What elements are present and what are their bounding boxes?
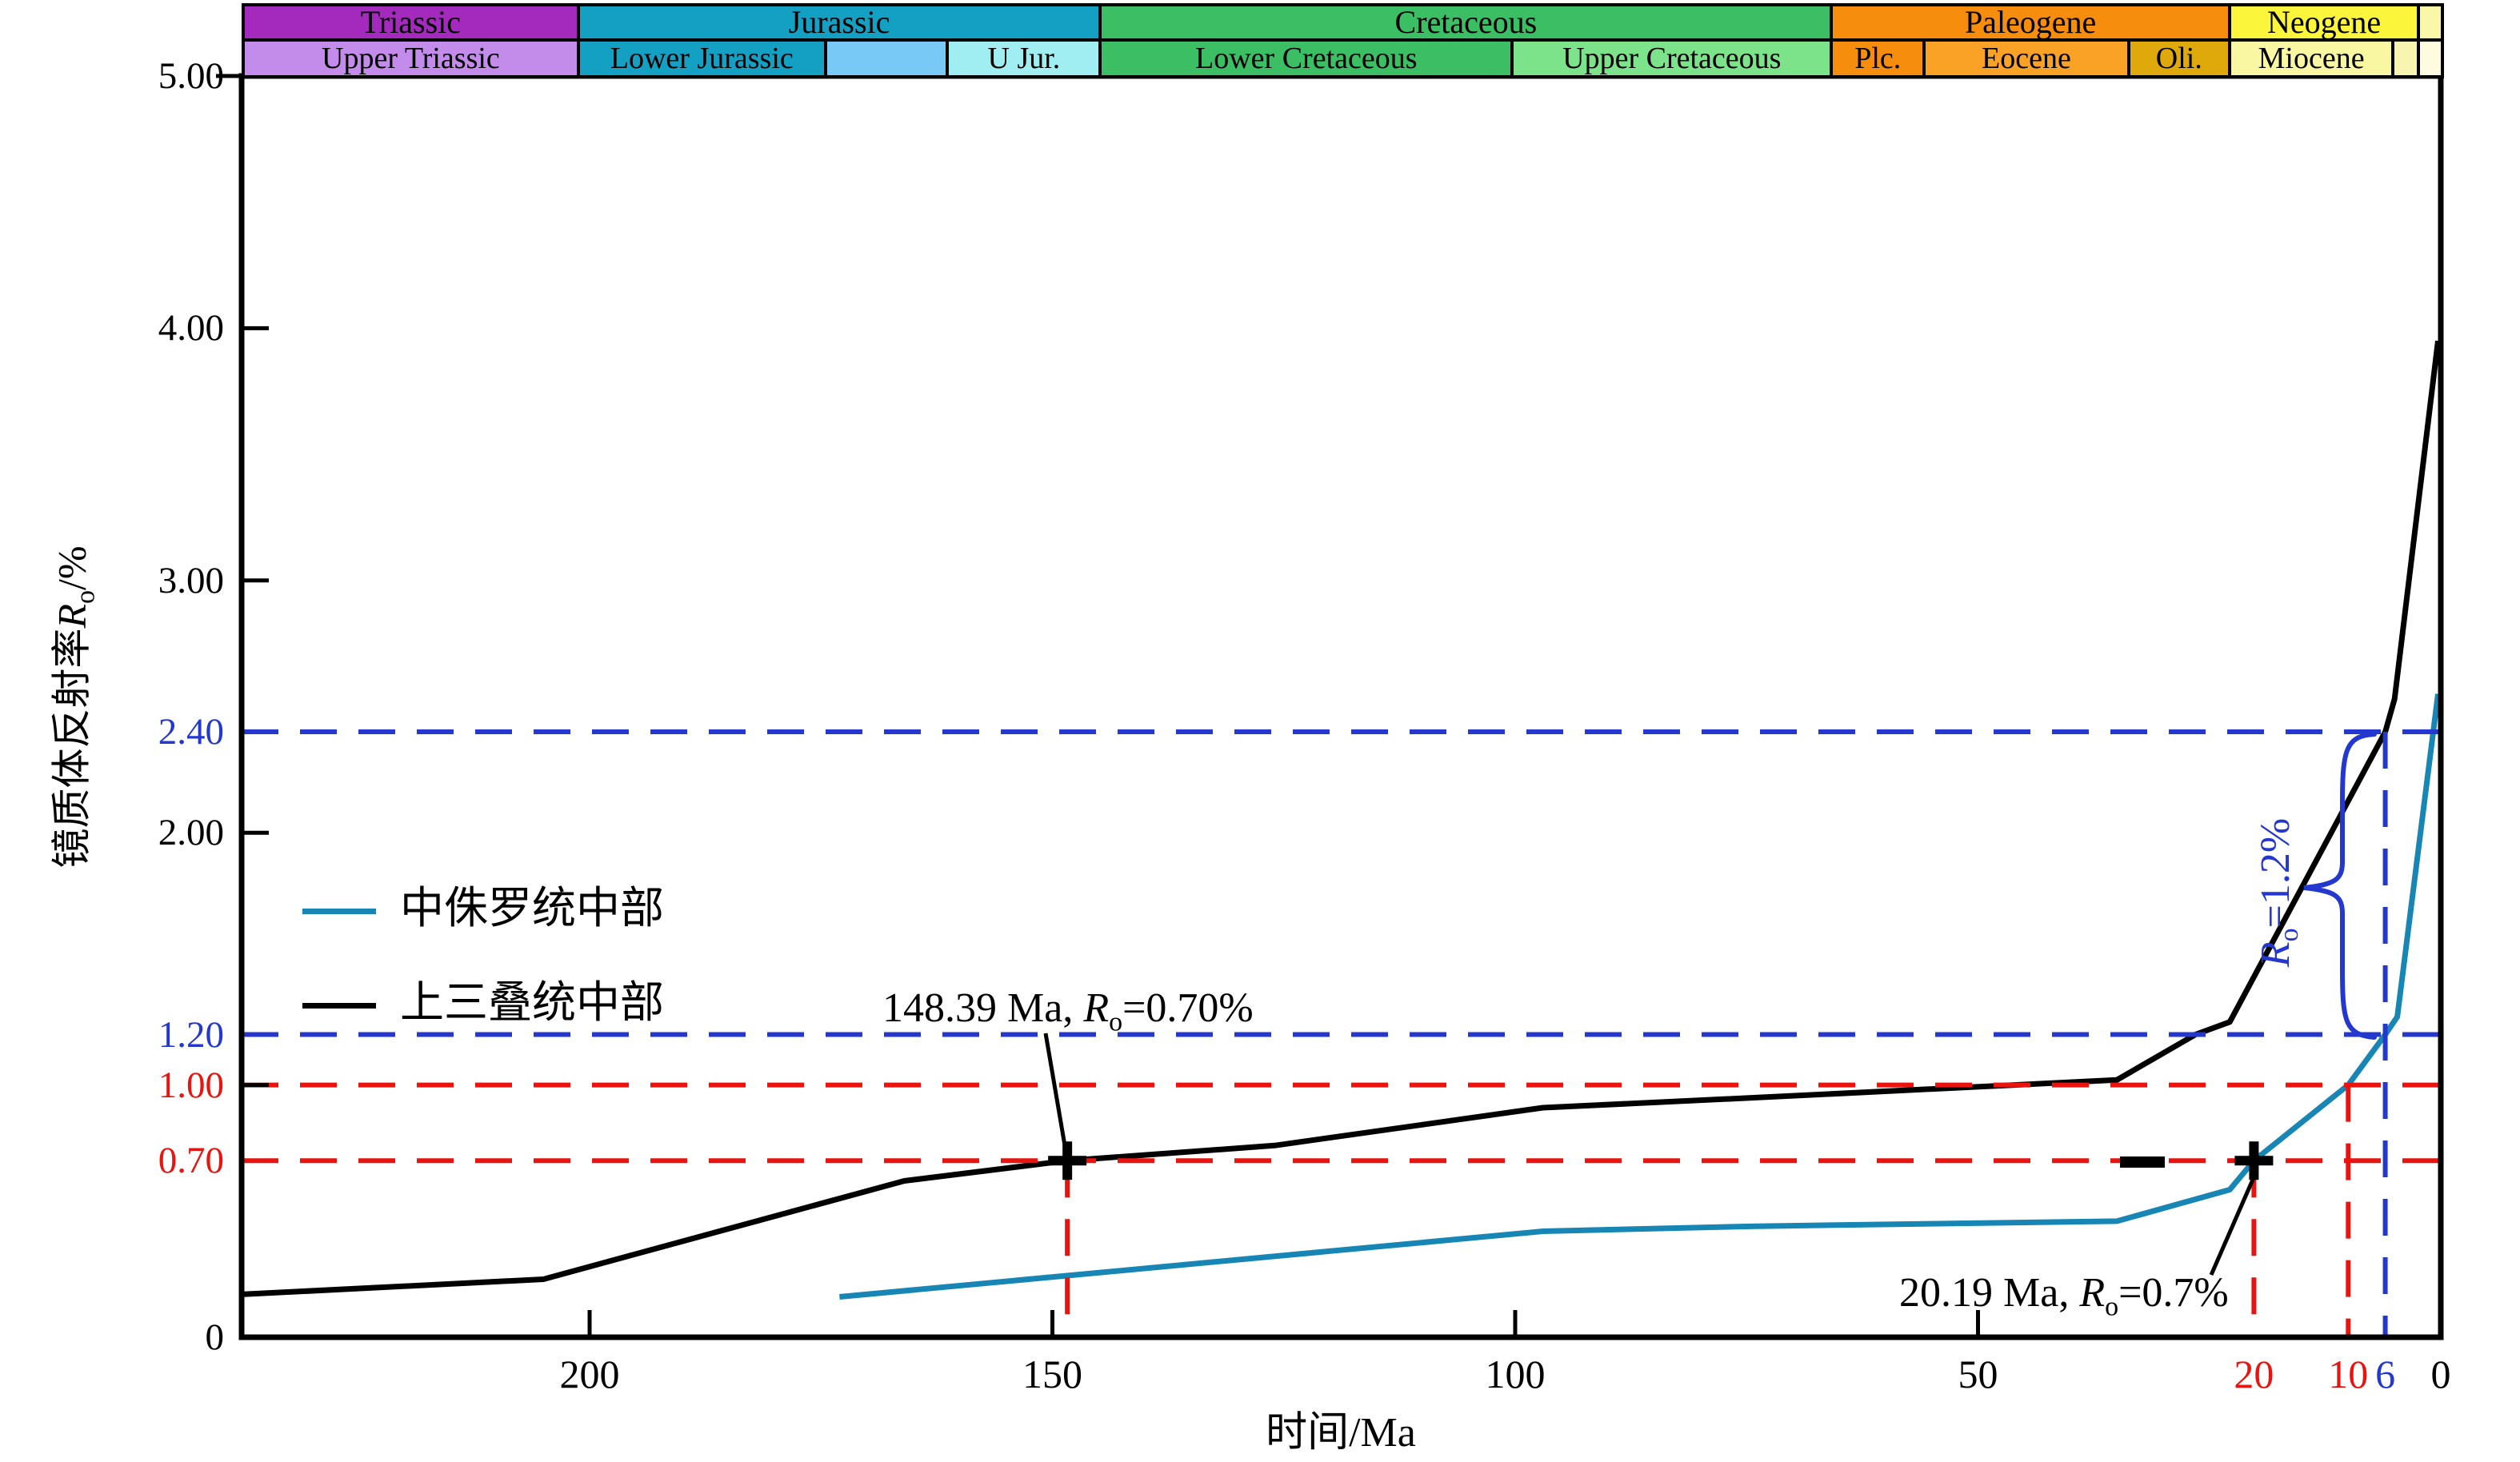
x-tick-label-100: 100: [1451, 1352, 1579, 1396]
plus-marker-148.39: [1048, 1141, 1086, 1180]
y-axis-title-sub: o: [71, 590, 101, 604]
epoch-cell-label: Eocene: [1982, 42, 2071, 74]
curve-layer: [242, 341, 2438, 1296]
period-cell-paleogene: Paleogene: [1830, 3, 2231, 42]
legend-swatch-teal: [302, 909, 376, 914]
x-tick-label-0: 0: [2377, 1352, 2505, 1396]
annotation-20ma-symbol: R: [2079, 1270, 2105, 1316]
legend-label-middle-jurassic: 中侏罗统中部: [400, 885, 664, 933]
y-tick-label-1.00: 1.00: [88, 1061, 224, 1109]
period-cell-label: Paleogene: [1965, 6, 2096, 38]
epoch-cell-eocene: Eocene: [1922, 38, 2130, 78]
x-tick-label-150: 150: [989, 1352, 1117, 1396]
epoch-cell-label: Plc.: [1854, 42, 1901, 74]
black-dash-marker: [2120, 1156, 2165, 1168]
annotation-20ma-sub: o: [2105, 1292, 2118, 1321]
y-tick-label-0.70: 0.70: [88, 1136, 224, 1184]
annotation-148ma-symbol: R: [1083, 985, 1109, 1031]
epoch-cell-label: Lower Jurassic: [610, 42, 794, 74]
y-tick-label-0: 0: [88, 1313, 224, 1361]
y-tick-label-2.00: 2.00: [88, 809, 224, 857]
epoch-cell-unlabeled-11: [2417, 38, 2444, 78]
annotation-148ma-prefix: 148.39 Ma,: [882, 985, 1083, 1031]
y-tick-label-2.40: 2.40: [88, 708, 224, 756]
epoch-cell-upper-cretaceous: Upper Cretaceous: [1510, 38, 1833, 78]
epoch-cell-lower-cretaceous: Lower Cretaceous: [1098, 38, 1514, 78]
annotation-20ma-prefix: 20.19 Ma,: [1899, 1270, 2079, 1316]
y-tick-label-3.00: 3.00: [88, 557, 224, 605]
blue-brace: [2304, 734, 2374, 1037]
annotation-20ma-value: =0.7%: [2118, 1270, 2229, 1316]
plot-border: [242, 76, 2441, 1337]
period-cell-label: Neogene: [2267, 6, 2381, 38]
period-cell-label: Triassic: [361, 6, 461, 38]
y-axis-title-symbol: R: [50, 604, 94, 629]
period-cell-cretaceous: Cretaceous: [1098, 3, 1833, 42]
epoch-cell-u-jur-: U Jur.: [946, 38, 1102, 78]
y-tick-label-5.00: 5.00: [88, 52, 224, 100]
tick-mark-layer: [216, 76, 1978, 1337]
epoch-cell-label: Upper Cretaceous: [1562, 42, 1781, 74]
plot-canvas: [0, 0, 2520, 1462]
epoch-cell-unlabeled-2: [824, 38, 950, 78]
epoch-cell-lower-jurassic: Lower Jurassic: [577, 38, 827, 78]
y-axis-title-text: 镜质体反射率: [50, 629, 94, 869]
epoch-cell-miocene: Miocene: [2228, 38, 2394, 78]
y-tick-label-4.00: 4.00: [88, 304, 224, 352]
curve-上三叠统中部: [242, 341, 2438, 1294]
annotation-148ma-sub: o: [1109, 1007, 1122, 1037]
annotation-148ma: 148.39 Ma, Ro=0.70%: [882, 985, 1254, 1045]
x-tick-label-200: 200: [526, 1352, 654, 1396]
epoch-cell-plc-: Plc.: [1830, 38, 1926, 78]
thermal-maturity-chart: Triassic Jurassic Cretaceous Paleogene Neoge…: [0, 0, 2520, 1462]
epoch-cell-unlabeled-10: [2391, 38, 2420, 78]
epoch-cell-oli-: Oli.: [2127, 38, 2231, 78]
y-axis-title: 镜质体反射率Ro/%: [40, 545, 102, 868]
annotation-20ma: 20.19 Ma, Ro=0.7%: [1899, 1270, 2229, 1330]
period-cell-triassic: Triassic: [242, 3, 580, 42]
period-cell-label: Jurassic: [789, 6, 890, 38]
annotation-ro-1-2-symbol: R: [2253, 941, 2298, 967]
x-axis-title: 时间/Ma: [1181, 1398, 1501, 1458]
reference-line-layer: [242, 732, 2441, 1337]
leader-line-148: [1046, 1033, 1066, 1155]
period-cell-label: Cretaceous: [1395, 6, 1538, 38]
period-cell-neogene: Neogene: [2228, 3, 2420, 42]
legend-label-upper-triassic: 上三叠统中部: [400, 979, 664, 1027]
period-cell-jurassic: Jurassic: [577, 3, 1102, 42]
epoch-cell-label: Miocene: [2258, 42, 2365, 74]
epoch-cell-upper-triassic: Upper Triassic: [242, 38, 580, 78]
epoch-cell-label: U Jur.: [988, 42, 1061, 74]
x-tick-label-50: 50: [1914, 1352, 2042, 1396]
period-cell-unlabeled-5: [2417, 3, 2444, 42]
annotation-148ma-value: =0.70%: [1122, 985, 1254, 1031]
legend-swatch-black: [302, 1003, 376, 1009]
epoch-cell-label: Upper Triassic: [322, 42, 500, 74]
y-tick-label-1.20: 1.20: [88, 1011, 224, 1059]
y-axis-title-unit: /%: [50, 545, 94, 590]
epoch-cell-label: Oli.: [2156, 42, 2202, 74]
epoch-cell-label: Lower Cretaceous: [1195, 42, 1418, 74]
annotation-ro-1-2-value: =1.2%: [2253, 818, 2298, 929]
annotation-ro-1-2: Ro=1.2%: [2252, 818, 2305, 967]
annotation-ro-1-2-sub: o: [2274, 928, 2304, 941]
